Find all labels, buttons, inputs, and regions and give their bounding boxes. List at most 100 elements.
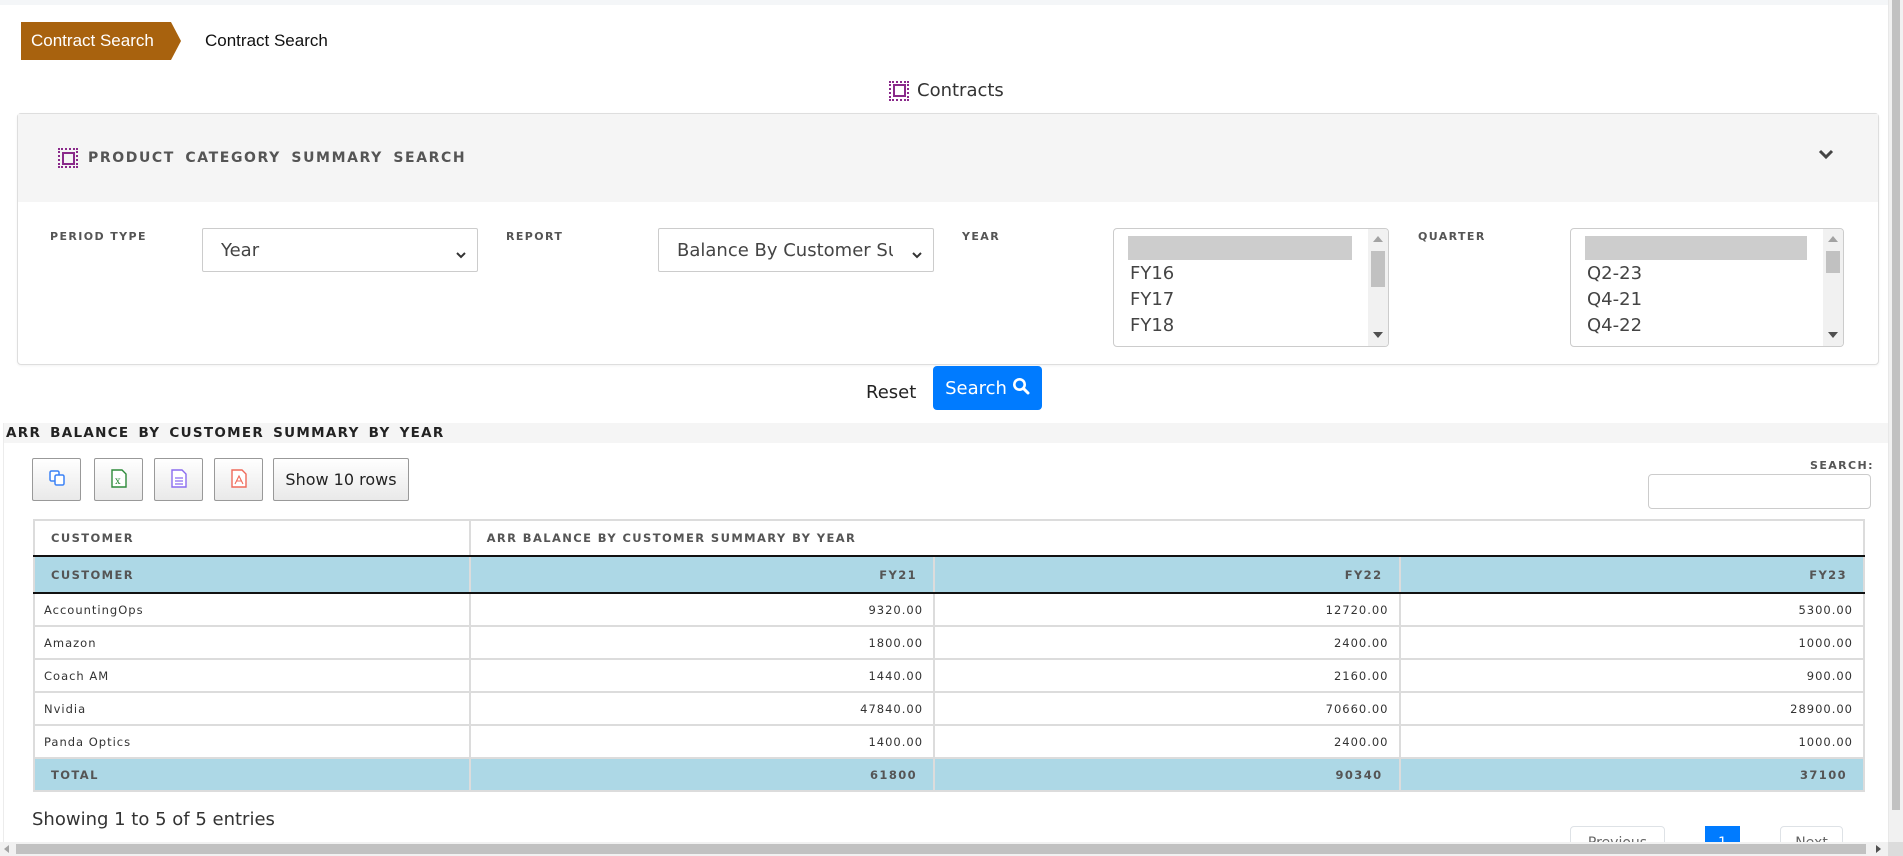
cell-fy21: 1440.00 bbox=[468, 658, 936, 693]
copy-button[interactable] bbox=[32, 458, 81, 501]
table-search-label: SEARCH: bbox=[1810, 459, 1874, 472]
search-panel-header[interactable]: PRODUCT CATEGORY SUMMARY SEARCH bbox=[18, 114, 1878, 202]
quarter-listbox-scrollbar[interactable] bbox=[1823, 229, 1843, 346]
column-header-fy22[interactable]: FY22 bbox=[933, 555, 1401, 594]
year-label: YEAR bbox=[962, 230, 1001, 243]
cell-fy21: 9320.00 bbox=[468, 592, 936, 627]
report-title: ARR BALANCE BY CUSTOMER SUMMARY BY YEAR bbox=[4, 423, 1891, 443]
total-label: TOTAL bbox=[33, 757, 471, 792]
cell-fy22: 12720.00 bbox=[933, 592, 1401, 627]
report-select[interactable]: Balance By Customer Summary bbox=[658, 228, 934, 272]
year-listbox[interactable]: FY16 FY17 FY18 bbox=[1113, 228, 1389, 347]
scroll-down-icon[interactable] bbox=[1373, 332, 1383, 338]
report-label: REPORT bbox=[506, 230, 564, 243]
excel-button[interactable]: x bbox=[94, 458, 143, 501]
breadcrumb-current: Contract Search bbox=[205, 31, 328, 50]
cell-customer: AccountingOps bbox=[33, 592, 471, 627]
cell-fy23: 5300.00 bbox=[1398, 592, 1865, 627]
cell-fy23: 1000.00 bbox=[1398, 625, 1865, 660]
page-title: Contracts bbox=[889, 80, 1004, 101]
total-fy21: 61800 bbox=[468, 757, 936, 792]
scroll-up-icon[interactable] bbox=[1828, 236, 1838, 242]
quarter-option[interactable]: Q2-23 bbox=[1571, 260, 1843, 286]
period-type-value: Year bbox=[221, 239, 260, 261]
document-icon bbox=[170, 468, 187, 491]
cell-customer: Nvidia bbox=[33, 691, 471, 726]
breadcrumb-active[interactable]: Contract Search bbox=[21, 22, 181, 60]
cell-customer: Panda Optics bbox=[33, 724, 471, 759]
year-option[interactable]: FY17 bbox=[1114, 286, 1388, 312]
table-row: AccountingOps 9320.00 12720.00 5300.00 bbox=[33, 592, 1865, 627]
year-listbox-scrollbar[interactable] bbox=[1368, 229, 1388, 346]
chevron-down-icon[interactable] bbox=[1818, 148, 1838, 164]
report-value: Balance By Customer Summary bbox=[677, 239, 893, 261]
chevron-down-icon bbox=[911, 244, 923, 265]
column-header-customer-group: CUSTOMER bbox=[33, 519, 471, 557]
horizontal-scroll-thumb[interactable] bbox=[16, 844, 1866, 854]
pdf-button[interactable] bbox=[214, 458, 263, 501]
cell-fy23: 1000.00 bbox=[1398, 724, 1865, 759]
cell-fy22: 2400.00 bbox=[933, 625, 1401, 660]
table-row: Amazon 1800.00 2400.00 1000.00 bbox=[33, 625, 1865, 660]
total-fy22: 90340 bbox=[933, 757, 1401, 792]
cell-fy23: 900.00 bbox=[1398, 658, 1865, 693]
table-row: Nvidia 47840.00 70660.00 28900.00 bbox=[33, 691, 1865, 726]
table-search-input[interactable] bbox=[1648, 474, 1871, 509]
horizontal-scrollbar[interactable] bbox=[0, 842, 1888, 856]
period-type-label: PERIOD TYPE bbox=[50, 230, 147, 243]
scroll-up-icon[interactable] bbox=[1373, 236, 1383, 242]
column-header-fy23[interactable]: FY23 bbox=[1398, 555, 1865, 594]
scrollbar-corner bbox=[1888, 842, 1903, 856]
table-row: Panda Optics 1400.00 2400.00 1000.00 bbox=[33, 724, 1865, 759]
search-panel-title: PRODUCT CATEGORY SUMMARY SEARCH bbox=[88, 150, 467, 166]
cell-fy22: 70660.00 bbox=[933, 691, 1401, 726]
dotted-square-icon bbox=[58, 148, 78, 168]
quarter-label: QUARTER bbox=[1418, 230, 1486, 243]
vertical-scroll-thumb[interactable] bbox=[1892, 0, 1900, 810]
total-fy23: 37100 bbox=[1398, 757, 1865, 792]
total-row: TOTAL 61800 90340 37100 bbox=[33, 757, 1865, 792]
top-strip bbox=[0, 0, 1888, 5]
quarter-option[interactable]: Q4-21 bbox=[1571, 286, 1843, 312]
scroll-down-icon[interactable] bbox=[1828, 332, 1838, 338]
vertical-scrollbar[interactable] bbox=[1888, 0, 1903, 842]
table-info: Showing 1 to 5 of 5 entries bbox=[32, 809, 275, 830]
cell-fy21: 1400.00 bbox=[468, 724, 936, 759]
cell-fy22: 2160.00 bbox=[933, 658, 1401, 693]
quarter-option[interactable] bbox=[1585, 236, 1807, 260]
column-header-customer[interactable]: CUSTOMER bbox=[33, 555, 471, 594]
cell-fy21: 47840.00 bbox=[468, 691, 936, 726]
copy-icon bbox=[48, 469, 66, 490]
csv-button[interactable] bbox=[154, 458, 203, 501]
scroll-thumb[interactable] bbox=[1371, 251, 1385, 287]
show-rows-button[interactable]: Show 10 rows bbox=[273, 458, 409, 501]
search-button[interactable]: Search bbox=[933, 366, 1042, 410]
page-title-text: Contracts bbox=[917, 80, 1004, 101]
column-header-arr-group: ARR BALANCE BY CUSTOMER SUMMARY BY YEAR bbox=[468, 519, 1866, 557]
excel-icon: x bbox=[110, 468, 127, 491]
year-option[interactable]: FY16 bbox=[1114, 260, 1388, 286]
year-option[interactable]: FY18 bbox=[1114, 312, 1388, 338]
cell-fy22: 2400.00 bbox=[933, 724, 1401, 759]
cell-customer: Coach AM bbox=[33, 658, 471, 693]
year-option[interactable] bbox=[1128, 236, 1352, 260]
cell-fy21: 1800.00 bbox=[468, 625, 936, 660]
dotted-square-icon bbox=[889, 80, 909, 101]
search-icon bbox=[1012, 377, 1030, 400]
svg-text:x: x bbox=[115, 476, 121, 487]
period-type-select[interactable]: Year bbox=[202, 228, 478, 272]
cell-customer: Amazon bbox=[33, 625, 471, 660]
table-row: Coach AM 1440.00 2160.00 900.00 bbox=[33, 658, 1865, 693]
search-button-label: Search bbox=[945, 377, 1007, 399]
cell-fy23: 28900.00 bbox=[1398, 691, 1865, 726]
reset-button[interactable]: Reset bbox=[866, 377, 916, 407]
column-header-fy21[interactable]: FY21 bbox=[468, 555, 936, 594]
scroll-right-icon[interactable] bbox=[1876, 845, 1881, 853]
quarter-option[interactable]: Q4-22 bbox=[1571, 312, 1843, 338]
data-table: CUSTOMER ARR BALANCE BY CUSTOMER SUMMARY… bbox=[33, 519, 1866, 792]
chevron-down-icon bbox=[455, 244, 467, 265]
scroll-thumb[interactable] bbox=[1826, 251, 1840, 273]
scroll-left-icon[interactable] bbox=[4, 845, 9, 853]
quarter-listbox[interactable]: Q2-23 Q4-21 Q4-22 bbox=[1570, 228, 1844, 347]
pdf-icon bbox=[230, 468, 247, 491]
